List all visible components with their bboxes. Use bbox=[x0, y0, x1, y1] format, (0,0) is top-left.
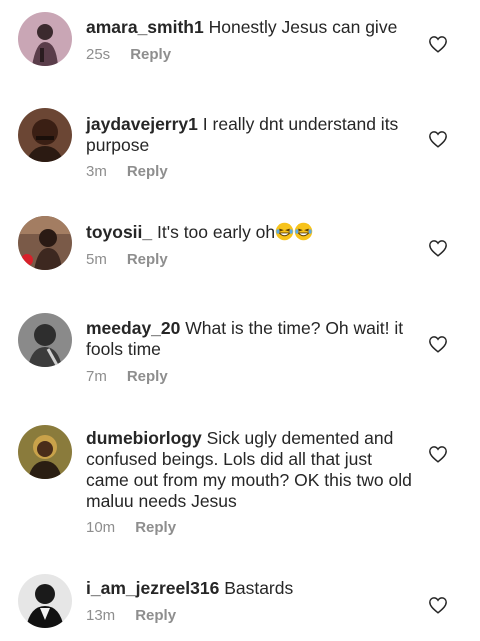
comment-text: jaydavejerry1 I really dnt understand it… bbox=[86, 114, 416, 156]
avatar[interactable] bbox=[18, 313, 72, 367]
grinning-squinting-tears-emoji bbox=[275, 222, 294, 241]
comment-time: 13m bbox=[86, 607, 116, 624]
comment-meta: 5m Reply bbox=[86, 251, 168, 268]
heart-outline-icon[interactable] bbox=[428, 445, 448, 463]
heart-outline-icon[interactable] bbox=[428, 130, 448, 148]
comment-time: 7m bbox=[86, 368, 107, 385]
reply-button[interactable]: Reply bbox=[127, 163, 168, 180]
reply-button[interactable]: Reply bbox=[127, 251, 168, 268]
reply-button[interactable]: Reply bbox=[135, 519, 176, 536]
comment-text: dumebiorlogy Sick ugly demented and conf… bbox=[86, 428, 416, 512]
comment-meta: 3m Reply bbox=[86, 163, 168, 180]
comment-username[interactable]: amara_smith1 bbox=[86, 17, 204, 37]
reply-button[interactable]: Reply bbox=[130, 46, 171, 63]
avatar[interactable] bbox=[18, 108, 72, 162]
heart-outline-icon[interactable] bbox=[428, 596, 448, 614]
grinning-squinting-tears-emoji bbox=[294, 222, 313, 241]
avatar[interactable] bbox=[18, 216, 72, 270]
comment-text: meeday_20 What is the time? Oh wait! it … bbox=[86, 318, 416, 360]
comment-text: i_am_jezreel316 Bastards bbox=[86, 578, 416, 599]
comment-text: toyosii_ It's too early oh bbox=[86, 222, 416, 243]
comment-username[interactable]: toyosii_ bbox=[86, 222, 152, 242]
comment-body: It's too early oh bbox=[157, 222, 276, 242]
comment-meta: 25s Reply bbox=[86, 46, 171, 63]
heart-outline-icon[interactable] bbox=[428, 335, 448, 353]
comment-username[interactable]: meeday_20 bbox=[86, 318, 180, 338]
reply-button[interactable]: Reply bbox=[135, 607, 176, 624]
comment-body: Honestly Jesus can give bbox=[208, 17, 398, 37]
reply-button[interactable]: Reply bbox=[127, 368, 168, 385]
comment-body: Bastards bbox=[224, 578, 294, 598]
comment-username[interactable]: dumebiorlogy bbox=[86, 428, 202, 448]
avatar[interactable] bbox=[18, 12, 72, 66]
comment-username[interactable]: i_am_jezreel316 bbox=[86, 578, 219, 598]
heart-outline-icon[interactable] bbox=[428, 239, 448, 257]
comment-time: 25s bbox=[86, 46, 111, 63]
heart-outline-icon[interactable] bbox=[428, 35, 448, 53]
comment-meta: 10m Reply bbox=[86, 519, 176, 536]
comment-meta: 13m Reply bbox=[86, 607, 176, 624]
comment-time: 3m bbox=[86, 163, 107, 180]
comment-meta: 7m Reply bbox=[86, 368, 168, 385]
comment-time: 10m bbox=[86, 519, 116, 536]
comment-username[interactable]: jaydavejerry1 bbox=[86, 114, 198, 134]
avatar[interactable] bbox=[18, 425, 72, 479]
avatar[interactable] bbox=[18, 574, 72, 628]
comment-time: 5m bbox=[86, 251, 107, 268]
comment-text: amara_smith1 Honestly Jesus can give bbox=[86, 17, 416, 38]
